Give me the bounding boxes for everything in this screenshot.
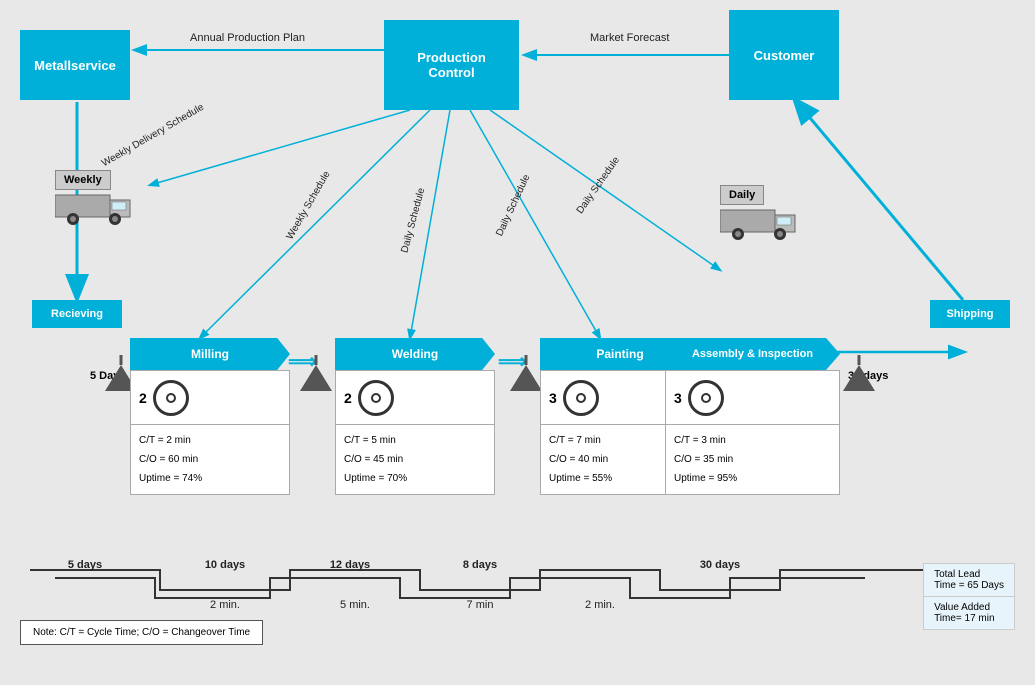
assembly-section: Assembly & Inspection 3 C/T = 3 min C/O … [665, 338, 840, 495]
milling-uptime: Uptime = 74% [139, 469, 281, 488]
timeline-svg: 5 days 10 days 12 days 8 days 30 days 2 … [30, 560, 990, 620]
milling-header: Milling [130, 338, 290, 370]
painting-operator-circle [563, 380, 599, 416]
metallservice-box: Metallservice [20, 30, 130, 100]
milling-co: C/O = 60 min [139, 450, 281, 469]
timeline: 5 days 10 days 12 days 8 days 30 days 2 … [30, 560, 1005, 623]
welding-ct: C/T = 5 min [344, 431, 486, 450]
svg-text:2 min.: 2 min. [585, 599, 615, 611]
metallservice-label: Metallservice [34, 58, 116, 73]
weekly-delivery-label: Weekly Delivery Schedule [100, 102, 206, 170]
milling-icons: 2 [130, 370, 290, 425]
daily-schedule-2-label: Daily Schedule [494, 173, 532, 238]
svg-text:5 min.: 5 min. [340, 599, 370, 611]
daily-schedule-1-label: Daily Schedule [399, 187, 427, 254]
assembly-ct: C/T = 3 min [674, 431, 831, 450]
annual-plan-label: Annual Production Plan [190, 32, 305, 44]
milling-section: Milling 2 C/T = 2 min C/O = 60 min Uptim… [130, 338, 290, 495]
svg-text:2 min.: 2 min. [210, 599, 240, 611]
welding-info: C/T = 5 min C/O = 45 min Uptime = 70% [335, 425, 495, 495]
total-lead-time-label: Total LeadTime = 65 Days [934, 569, 1004, 591]
customer-label: Customer [754, 48, 815, 63]
shipping-label: Shipping [946, 308, 993, 320]
shipping-box: Shipping [930, 300, 1010, 328]
weekly-truck: Weekly [55, 170, 135, 228]
assembly-co: C/O = 35 min [674, 450, 831, 469]
svg-text:7 min: 7 min [467, 599, 494, 611]
welding-icons: 2 [335, 370, 495, 425]
painting-operator-count: 3 [549, 390, 557, 406]
weekly-schedule-label: Weekly Schedule [285, 169, 333, 241]
daily-label: Daily [729, 189, 755, 201]
svg-text:30 days: 30 days [700, 560, 740, 571]
total-lead-time-row: Total LeadTime = 65 Days [924, 564, 1014, 597]
welding-header: Welding [335, 338, 495, 370]
milling-ct: C/T = 2 min [139, 431, 281, 450]
assembly-operator-circle [688, 380, 724, 416]
daily-schedule-3-label: Daily Schedule [575, 155, 622, 216]
legend-text: Note: C/T = Cycle Time; C/O = Changeover… [33, 627, 250, 638]
assembly-info: C/T = 3 min C/O = 35 min Uptime = 95% [665, 425, 840, 495]
assembly-icons: 3 [665, 370, 840, 425]
welding-co: C/O = 45 min [344, 450, 486, 469]
legend-box: Note: C/T = Cycle Time; C/O = Changeover… [20, 620, 263, 645]
inv-triangle-shipping [843, 355, 875, 394]
weekly-label: Weekly [64, 174, 102, 186]
summary-box: Total LeadTime = 65 Days Value AddedTime… [923, 563, 1015, 630]
assembly-header: Assembly & Inspection [665, 338, 840, 370]
assembly-uptime: Uptime = 95% [674, 469, 831, 488]
market-forecast-label: Market Forecast [590, 32, 669, 44]
milling-info: C/T = 2 min C/O = 60 min Uptime = 74% [130, 425, 290, 495]
welding-operator-circle [358, 380, 394, 416]
welding-section: Welding 2 C/T = 5 min C/O = 45 min Uptim… [335, 338, 495, 495]
welding-operator-count: 2 [344, 390, 352, 406]
receiving-label: Recieving [51, 308, 103, 320]
svg-text:10 days: 10 days [205, 560, 245, 571]
inv-triangle-welding [300, 355, 332, 394]
main-container: ⟹ ⟹ ⟹ Production Control Customer Metall… [0, 0, 1035, 685]
receiving-box: Recieving [32, 300, 122, 328]
welding-uptime: Uptime = 70% [344, 469, 486, 488]
milling-operator-circle [153, 380, 189, 416]
value-added-time-label: Value AddedTime= 17 min [934, 602, 994, 624]
daily-truck: Daily [720, 185, 800, 243]
svg-text:5 days: 5 days [68, 560, 102, 571]
inv-triangle-painting [510, 355, 542, 394]
svg-text:12 days: 12 days [330, 560, 370, 571]
production-control-label: Production Control [417, 50, 486, 80]
production-control-box: Production Control [384, 20, 519, 110]
assembly-operator-count: 3 [674, 390, 682, 406]
customer-box: Customer [729, 10, 839, 100]
value-added-time-row: Value AddedTime= 17 min [924, 597, 1014, 629]
milling-operator-count: 2 [139, 390, 147, 406]
svg-text:8 days: 8 days [463, 560, 497, 571]
